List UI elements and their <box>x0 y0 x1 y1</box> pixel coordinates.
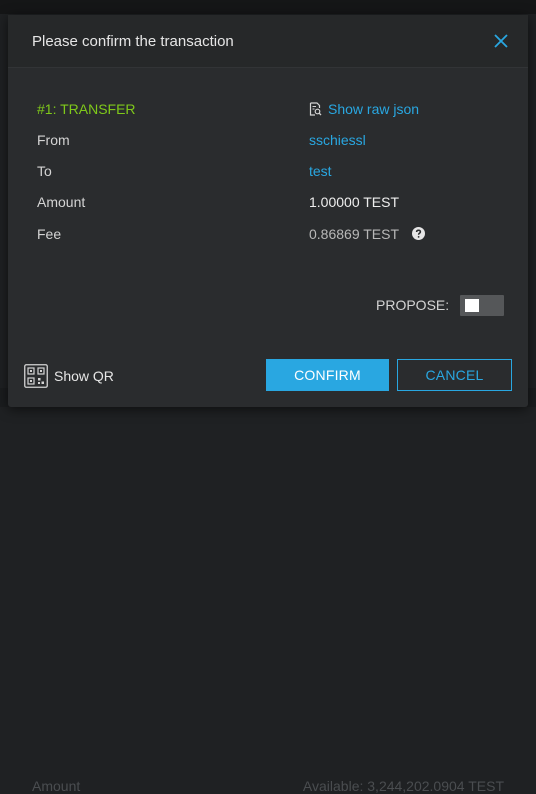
propose-label: PROPOSE: <box>376 297 450 313</box>
fee-value: 0.86869 TEST <box>309 226 399 242</box>
amount-value: 1.00000 TEST <box>309 194 400 210</box>
dialog-header: Please confirm the transaction <box>8 15 528 68</box>
show-qr-button[interactable]: Show QR <box>24 364 114 388</box>
confirm-button[interactable]: CONFIRM <box>266 359 389 391</box>
help-icon[interactable] <box>411 226 425 240</box>
to-label: To <box>37 163 52 179</box>
document-search-icon <box>309 102 322 116</box>
fee-label: Fee <box>37 226 62 242</box>
background-available-label: Available: 3,244,202.0904 TEST <box>302 778 504 794</box>
background-amount-label: Amount <box>32 778 81 794</box>
toggle-knob <box>465 299 479 312</box>
show-raw-json-link[interactable]: Show raw json <box>309 101 419 117</box>
operation-type-label: #1: TRANSFER <box>37 101 136 117</box>
fee-row: 0.86869 TEST <box>309 226 425 242</box>
confirm-transaction-dialog: Please confirm the transaction #1: TRANS… <box>8 15 528 407</box>
close-icon[interactable] <box>494 34 508 48</box>
show-qr-label: Show QR <box>54 368 114 384</box>
background-top-bar <box>0 0 536 14</box>
dialog-title: Please confirm the transaction <box>32 33 234 50</box>
qr-code-icon <box>24 364 48 388</box>
cancel-button[interactable]: CANCEL <box>397 359 512 391</box>
from-label: From <box>37 132 70 148</box>
show-raw-json-label: Show raw json <box>328 101 420 117</box>
from-account-link[interactable]: sschiessl <box>309 132 366 148</box>
propose-toggle[interactable] <box>460 295 504 316</box>
to-account-link[interactable]: test <box>309 163 332 179</box>
amount-label: Amount <box>37 194 86 210</box>
